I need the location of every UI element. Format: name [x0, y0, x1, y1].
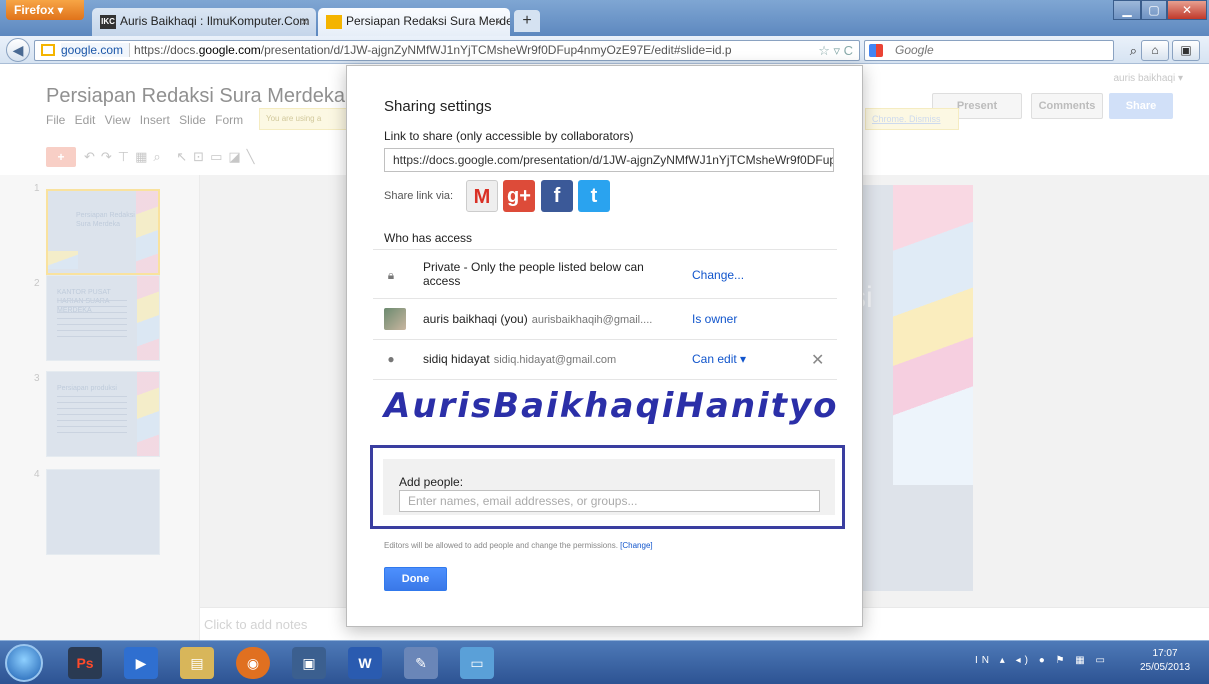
access-row-private: 🔒︎ Private - Only the people listed belo… — [373, 256, 837, 296]
person-icon: ● — [387, 352, 395, 366]
system-tray[interactable]: IN ▴ ◂) ● ⚑ ▦ ▭ — [975, 655, 1109, 666]
access-user: auris baikhaqi (you) aurisbaikhaqih@gmail… — [423, 312, 652, 326]
date: 25/05/2013 — [1140, 662, 1191, 673]
search-icon[interactable]: ⌕ — [1130, 41, 1137, 60]
editors-note: Editors will be allowed to add people an… — [384, 541, 653, 550]
new-tab-button[interactable]: + — [514, 10, 540, 32]
user-email: sidiq.hidayat@gmail.com — [493, 354, 617, 366]
time: 17:07 — [1152, 648, 1178, 659]
firefox-icon[interactable]: ◉ — [236, 647, 270, 679]
tab-title: Auris Baikhaqi : IlmuKomputer.Com — [120, 14, 310, 28]
search-bar[interactable]: Google ⌕ — [864, 40, 1137, 61]
change-permissions-link[interactable]: [Change] — [620, 541, 652, 550]
google-search-engine-icon[interactable] — [869, 44, 883, 57]
language-indicator[interactable]: IN — [975, 655, 993, 666]
add-people-section: Add people: Enter names, email addresses… — [383, 459, 835, 515]
permission-dropdown[interactable]: Can edit ▾ — [692, 352, 746, 366]
add-people-label: Add people: — [399, 475, 464, 489]
divider — [373, 249, 837, 250]
url-path: /presentation/d/1JW-ajgnZyNMfWJ1nYjTCMsh… — [260, 43, 732, 57]
change-visibility-link[interactable]: Change... — [692, 268, 744, 282]
photo-viewer-icon[interactable]: ▭ — [460, 647, 494, 679]
owner-permission: Is owner — [692, 312, 738, 326]
windows-taskbar: Ps ▶ ▤ ◉ ▣ W ✎ ▭ IN ▴ ◂) ● ⚑ ▦ ▭ 17:07 25… — [0, 640, 1209, 684]
add-people-input[interactable]: Enter names, email addresses, or groups.… — [399, 490, 820, 512]
search-placeholder: Google — [895, 43, 934, 57]
share-link-field[interactable]: https://docs.google.com/presentation/d/1… — [384, 148, 834, 172]
minimize-button[interactable]: ▁ — [1113, 0, 1141, 20]
watermark-text: AurisBaikhaqiHanityo — [384, 386, 839, 426]
share-via-label: Share link via: — [384, 190, 454, 202]
avatar — [384, 308, 406, 330]
window-icon[interactable]: ▣ — [292, 647, 326, 679]
highlight-box: Add people: Enter names, email addresses… — [370, 445, 845, 529]
media-player-icon[interactable]: ▶ — [124, 647, 158, 679]
paint-icon[interactable]: ✎ — [404, 647, 438, 679]
close-tab-icon[interactable]: × — [495, 15, 502, 29]
explorer-icon[interactable]: ▤ — [180, 647, 214, 679]
url-domain: google.com — [198, 43, 261, 57]
tab-title: Persiapan Redaksi Sura Merdeka - Go... — [346, 14, 510, 28]
system-clock[interactable]: 17:07 25/05/2013 — [1140, 647, 1190, 675]
user-name: sidiq hidayat — [423, 352, 490, 366]
home-icon[interactable]: ⌂ — [1141, 40, 1169, 61]
facebook-icon[interactable]: f — [541, 180, 573, 212]
lock-icon: 🔒︎ — [387, 268, 395, 282]
close-tab-icon[interactable]: × — [301, 15, 308, 29]
site-favicon-icon — [41, 44, 55, 56]
twitter-icon[interactable]: t — [578, 180, 610, 212]
google-plus-icon[interactable]: g+ — [503, 180, 535, 212]
bookmark-star-icon[interactable]: ☆ ▿ C — [818, 41, 853, 60]
start-button[interactable] — [5, 644, 43, 682]
navigation-bar: ◀ google.com https://docs.google.com/pres… — [0, 36, 1209, 64]
note-text: Editors will be allowed to add people an… — [384, 541, 618, 550]
gmail-icon[interactable]: M — [466, 180, 498, 212]
site-identity[interactable]: google.com — [61, 43, 131, 57]
divider — [373, 298, 837, 299]
user-email: aurisbaikhaqih@gmail.... — [531, 314, 653, 326]
slides-favicon-icon — [326, 15, 342, 29]
photoshop-icon[interactable]: Ps — [68, 647, 102, 679]
extension-icon[interactable]: ▣ — [1172, 40, 1200, 61]
sharing-settings-dialog: Sharing settings Link to share (only acc… — [346, 65, 863, 627]
link-label: Link to share (only accessible by collab… — [384, 129, 634, 143]
dialog-title: Sharing settings — [384, 98, 492, 115]
ikc-favicon-icon: IKC — [100, 15, 116, 29]
tab-ilmukomputer[interactable]: IKC Auris Baikhaqi : IlmuKomputer.Com × — [92, 8, 316, 36]
word-icon[interactable]: W — [348, 647, 382, 679]
user-name: auris baikhaqi (you) — [423, 312, 528, 326]
access-row-owner: auris baikhaqi (you) aurisbaikhaqih@gmail… — [373, 300, 837, 340]
firefox-menu-button[interactable]: Firefox ▾ — [6, 0, 84, 20]
url-bar[interactable]: google.com https://docs.google.com/presen… — [34, 40, 860, 61]
browser-titlebar: Firefox ▾ IKC Auris Baikhaqi : IlmuKompu… — [0, 0, 1209, 36]
access-row-editor: ● sidiq hidayat sidiq.hidayat@gmail.com C… — [373, 340, 837, 380]
maximize-button[interactable]: ▢ — [1141, 0, 1167, 20]
tab-google-slides[interactable]: Persiapan Redaksi Sura Merdeka - Go... × — [318, 8, 510, 36]
remove-user-icon[interactable]: ✕ — [811, 350, 824, 370]
divider — [373, 379, 837, 380]
back-button[interactable]: ◀ — [6, 38, 30, 62]
close-window-button[interactable]: ✕ — [1167, 0, 1207, 20]
who-has-access-heading: Who has access — [384, 231, 473, 245]
access-user: sidiq hidayat sidiq.hidayat@gmail.com — [423, 352, 616, 366]
access-description: Private - Only the people listed below c… — [423, 260, 644, 288]
url-prefix: https://docs. — [134, 43, 199, 57]
done-button[interactable]: Done — [384, 567, 447, 591]
